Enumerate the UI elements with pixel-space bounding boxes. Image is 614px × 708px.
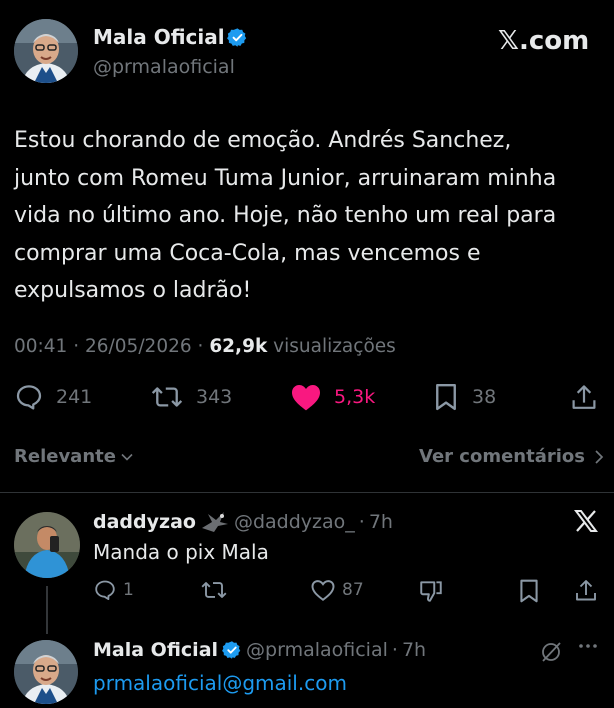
thread-line — [46, 586, 48, 634]
tweet-line: vida no último ano. Hoje, não tenho um r… — [14, 203, 557, 228]
separator-dot: · — [358, 511, 365, 533]
reply-icon — [95, 580, 115, 600]
repost-icon — [151, 387, 183, 407]
share-button[interactable] — [568, 382, 600, 414]
reply-time[interactable]: 7h — [369, 511, 393, 533]
more-options-button[interactable] — [578, 636, 598, 661]
reply-dislike-button[interactable] — [418, 578, 444, 604]
chevron-right-icon — [595, 449, 604, 464]
reply-share-button[interactable] — [574, 578, 598, 604]
reply-count: 241 — [56, 386, 93, 408]
tweet-date[interactable]: 26/05/2026 — [85, 336, 192, 357]
repost-button[interactable]: 343 — [150, 382, 232, 412]
grok-icon[interactable] — [539, 640, 563, 668]
verified-badge-icon — [227, 27, 248, 52]
tweet-time[interactable]: 00:41 — [14, 336, 67, 357]
reply-header: daddyzao @daddyzao_ · 7h — [93, 510, 393, 534]
profile-photo-icon — [14, 640, 78, 704]
tweet-text: Estou chorando de emoção. Andrés Sanchez… — [14, 122, 556, 310]
tweet-meta: 00:41 · 26/05/2026 · 62,9k visualizações — [14, 336, 396, 357]
x-logo[interactable]: 𝕏.com — [498, 26, 589, 56]
sort-label: Relevante — [14, 446, 116, 467]
heart-filled-icon — [292, 385, 320, 411]
author-avatar[interactable] — [14, 19, 78, 83]
bookmark-button[interactable]: 38 — [432, 382, 496, 412]
view-comments-label: Ver comentários — [419, 446, 585, 467]
reply2-avatar[interactable] — [14, 640, 78, 704]
tweet-line: expulsamos o ladrão! — [14, 278, 252, 303]
reply2-time[interactable]: 7h — [402, 639, 426, 661]
share-icon — [576, 580, 596, 601]
reply-author-name[interactable]: daddyzao — [93, 511, 196, 533]
like-button[interactable]: 5,3k — [290, 382, 375, 412]
x-icon — [574, 510, 598, 532]
reply-bookmark-button[interactable] — [518, 578, 540, 604]
grok-x-icon[interactable] — [573, 509, 599, 537]
reply-icon — [16, 385, 42, 410]
author-name[interactable]: Mala Oficial — [93, 25, 225, 49]
repost-count: 343 — [196, 386, 233, 408]
reply-handle[interactable]: @daddyzao_ — [234, 511, 355, 533]
bookmark-count: 38 — [472, 386, 497, 408]
bookmark-icon — [520, 579, 538, 603]
reply2-handle[interactable]: @prmalaoficial — [246, 639, 388, 661]
divider — [0, 492, 614, 493]
grok-slash-icon — [542, 642, 561, 662]
verified-badge-icon — [222, 641, 241, 659]
reply-like-button[interactable]: 87 — [310, 578, 364, 602]
reply-reply-count: 1 — [123, 580, 134, 600]
view-comments-link[interactable]: Ver comentários — [419, 446, 605, 467]
views-label: visualizações — [273, 336, 396, 357]
share-icon — [572, 385, 596, 409]
reply-avatar[interactable] — [14, 512, 80, 578]
thumbs-down-icon — [420, 581, 442, 602]
reply-button[interactable]: 241 — [14, 382, 92, 412]
repost-icon — [201, 582, 227, 598]
reply2-header: Mala Oficial @prmalaoficial · 7h — [93, 639, 426, 661]
tweet-line: junto com Romeu Tuma Junior, arruinaram … — [14, 165, 557, 191]
profile-photo-icon — [14, 19, 78, 83]
sort-dropdown[interactable]: Relevante — [14, 446, 134, 467]
reply2-author-name[interactable]: Mala Oficial — [93, 639, 218, 661]
tweet-line: Estou chorando de emoção. Andrés Sanchez… — [14, 128, 512, 153]
separator-dot: · — [391, 639, 398, 661]
more-dots-icon — [579, 644, 597, 648]
separator-dot: · — [197, 336, 204, 357]
reply-reply-button[interactable]: 1 — [93, 578, 134, 602]
profile-photo-icon — [14, 512, 80, 578]
like-count: 5,3k — [334, 386, 376, 408]
chevron-down-icon — [121, 453, 133, 461]
reply-like-count: 87 — [342, 580, 364, 600]
eagle-emoji-icon — [201, 512, 228, 532]
reply-text: Manda o pix Mala — [93, 540, 269, 564]
bookmark-icon — [436, 383, 456, 411]
separator-dot: · — [73, 336, 80, 357]
heart-icon — [311, 580, 335, 601]
author-handle[interactable]: @prmalaoficial — [93, 56, 235, 78]
tweet-line: comprar uma Coca-Cola, mas vencemos e — [14, 240, 481, 266]
views-count: 62,9k — [209, 336, 268, 357]
reply2-email-link[interactable]: prmalaoficial@gmail.com — [93, 671, 347, 695]
reply-repost-button[interactable] — [200, 578, 228, 602]
